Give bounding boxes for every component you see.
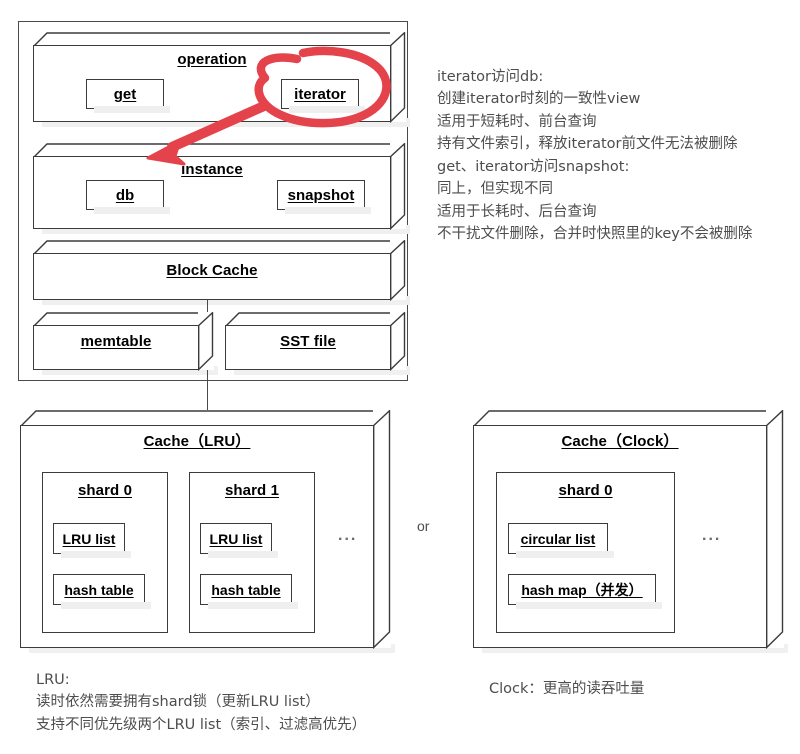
cache-clock-box-right-face bbox=[766, 410, 784, 649]
cache-lru-box-right-face bbox=[373, 410, 391, 649]
cache-clock-shard-0-item-hash-map-label: hash map（并发） bbox=[521, 581, 643, 598]
iterator-note-text: iterator访问db: 创建iterator时刻的一致性view 适用于短耗… bbox=[437, 69, 753, 243]
cache-clock-box-top-face bbox=[473, 410, 783, 427]
instance-item-snapshot-label: snapshot bbox=[287, 186, 355, 204]
memtable-box-label: memtable bbox=[80, 333, 152, 350]
cache-lru-shard-1-item-lru-list[interactable]: LRU list bbox=[200, 523, 278, 558]
lru-note-text: LRU: 读时依然需要拥有shard锁（更新LRU list） 支持不同优先级两… bbox=[36, 672, 367, 733]
operation-item-iterator-label: iterator bbox=[294, 85, 346, 103]
cache-lru-shard-1-item-hash-table[interactable]: hash table bbox=[200, 574, 298, 609]
instance-box-top-face bbox=[33, 143, 405, 158]
instance-box-label: instance bbox=[181, 161, 243, 178]
cache-lru-shard-1-item-hash-table-label: hash table bbox=[211, 581, 281, 598]
or-separator-label: or bbox=[417, 518, 430, 534]
cache-lru-shard-1-item-lru-list-label: LRU list bbox=[209, 530, 263, 547]
cache-lru-shard-0-item-lru-list-label: LRU list bbox=[62, 530, 116, 547]
cache-clock-shard-0-item-circular-list[interactable]: circular list bbox=[508, 523, 614, 558]
cache-lru-shard-0-item-hash-table-label: hash table bbox=[64, 581, 134, 598]
memtable-box-top-face bbox=[33, 312, 213, 327]
memtable-box-right-face bbox=[198, 312, 214, 371]
cache-lru-more-indicator: ... bbox=[338, 527, 358, 544]
sst-file-box[interactable]: SST file bbox=[225, 312, 410, 375]
instance-box-right-face bbox=[390, 143, 406, 230]
cache-lru-shard-0-label: shard 0 bbox=[77, 482, 133, 499]
sst-file-box-right-face bbox=[390, 312, 406, 371]
operation-item-get[interactable]: get bbox=[86, 79, 170, 113]
operation-box-top-face bbox=[33, 32, 405, 47]
sst-file-box-top-face bbox=[225, 312, 405, 327]
cache-clock-shard-0-label: shard 0 bbox=[558, 482, 613, 499]
cache-clock-box-label: Cache（Clock） bbox=[561, 433, 679, 450]
block-cache-box-right-face bbox=[390, 240, 406, 301]
memtable-box[interactable]: memtable bbox=[33, 312, 218, 375]
sst-file-box-label: SST file bbox=[280, 333, 336, 350]
block-cache-box-top-face bbox=[33, 240, 405, 255]
instance-item-db[interactable]: db bbox=[86, 180, 170, 214]
operation-item-get-label: get bbox=[113, 85, 137, 103]
cache-clock-shard-0-item-hash-map[interactable]: hash map（并发） bbox=[508, 574, 662, 609]
block-cache-box-label: Block Cache bbox=[166, 262, 258, 279]
block-cache-box[interactable]: Block Cache bbox=[33, 240, 410, 305]
cache-lru-shard-1-label: shard 1 bbox=[224, 482, 280, 499]
cache-lru-shard-0-item-hash-table[interactable]: hash table bbox=[53, 574, 151, 609]
clock-note-text: Clock：更高的读吞吐量 bbox=[489, 681, 645, 697]
cache-lru-shard-0-item-lru-list[interactable]: LRU list bbox=[53, 523, 131, 558]
operation-item-iterator[interactable]: iterator bbox=[281, 79, 365, 113]
cache-clock-more-indicator: ... bbox=[702, 527, 722, 544]
cache-lru-box-label: Cache（LRU） bbox=[143, 433, 251, 450]
operation-box-label: operation bbox=[177, 51, 247, 68]
instance-item-db-label: db bbox=[115, 186, 135, 204]
cache-lru-box-top-face bbox=[20, 410, 390, 427]
cache-clock-shard-0-item-circular-list-label: circular list bbox=[520, 530, 596, 547]
operation-box-right-face bbox=[390, 32, 406, 123]
instance-item-snapshot[interactable]: snapshot bbox=[277, 180, 371, 214]
